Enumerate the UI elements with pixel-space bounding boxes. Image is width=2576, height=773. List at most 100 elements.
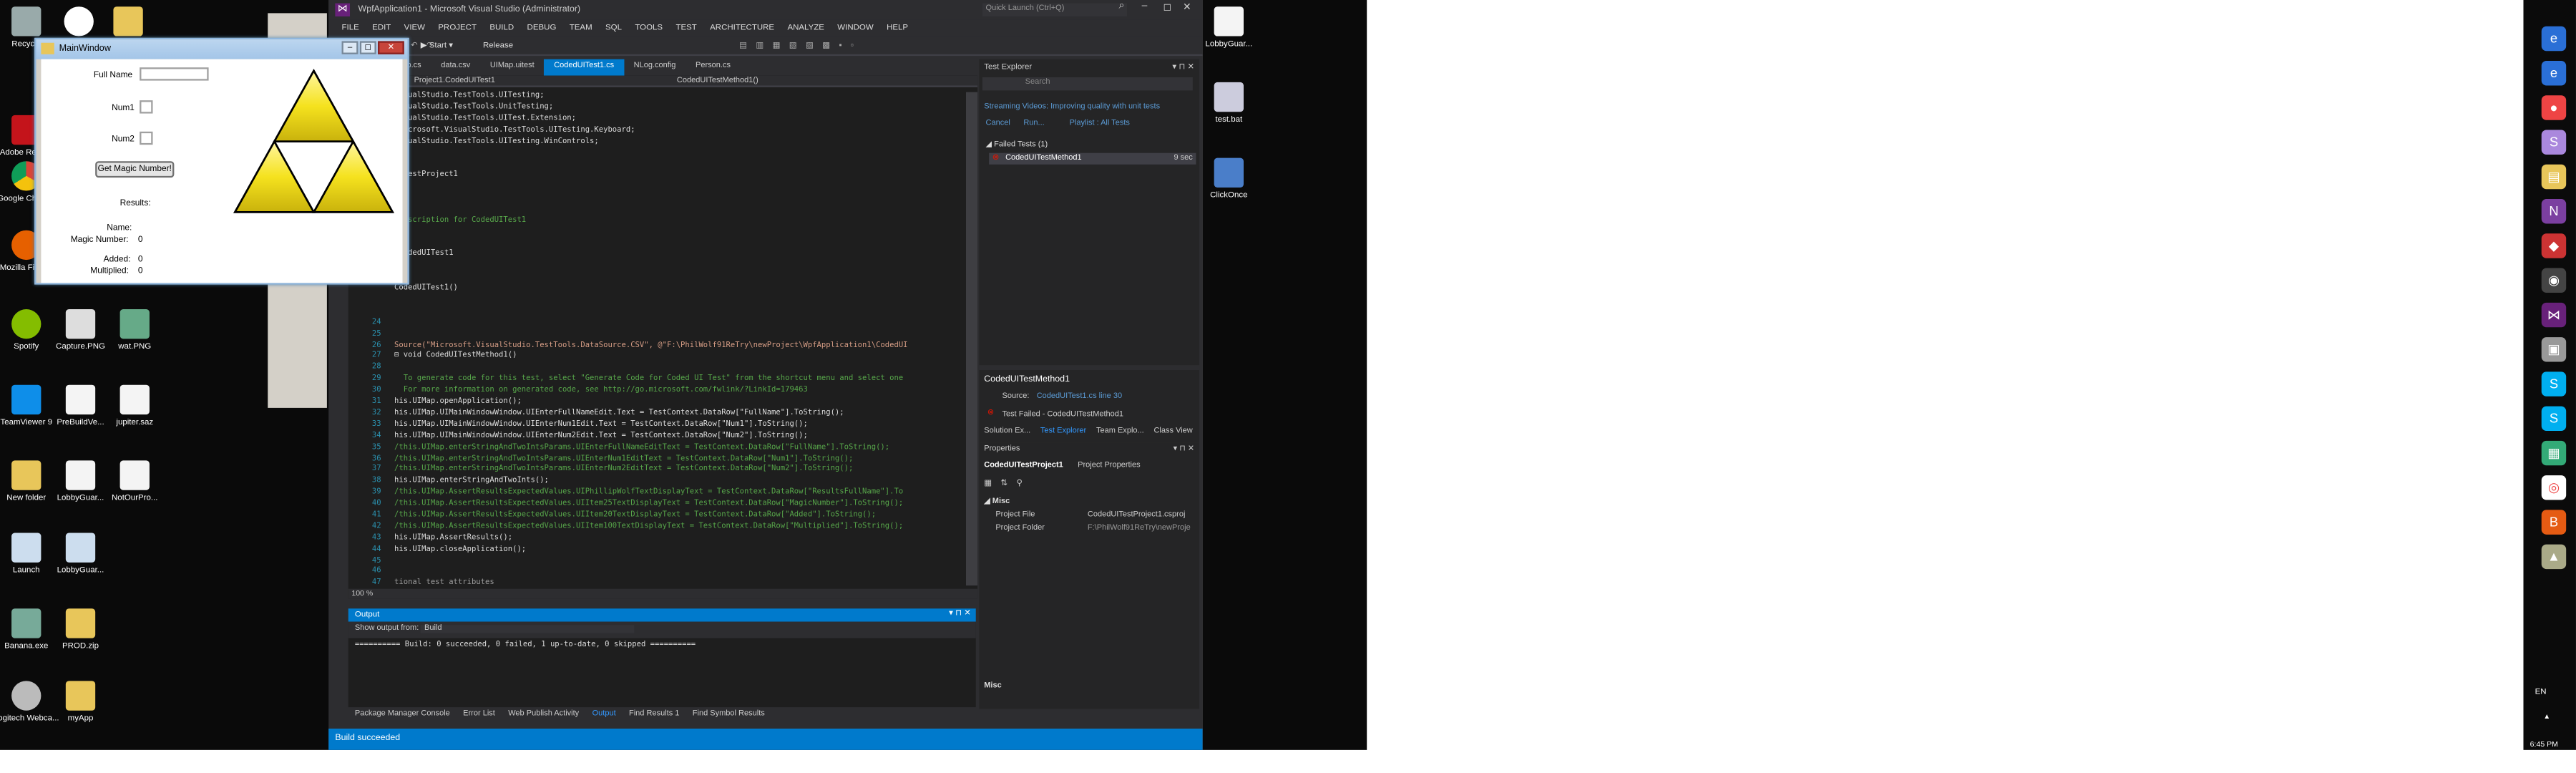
menu-item[interactable]: WINDOW bbox=[831, 20, 880, 37]
bottom-tab[interactable]: Web Publish Activity bbox=[502, 707, 585, 724]
menu-item[interactable]: FILE bbox=[335, 20, 366, 37]
ie-icon[interactable]: e bbox=[2541, 61, 2567, 86]
app-icon[interactable]: ◆ bbox=[2541, 233, 2567, 258]
menu-item[interactable]: PROJECT bbox=[431, 20, 483, 37]
menu-item[interactable]: HELP bbox=[880, 20, 914, 37]
panel-tab[interactable]: Class View bbox=[1149, 426, 1198, 441]
code-line[interactable]: CodedUITest1 bbox=[394, 251, 977, 262]
desktop-icon[interactable]: NotOurPro... bbox=[99, 460, 171, 503]
code-line[interactable]: For more information on generated code, … bbox=[394, 386, 977, 398]
code-line[interactable]: /this.UIMap.enterStringAndTwoIntsParams.… bbox=[394, 466, 977, 477]
quick-launch-input[interactable]: Quick Launch (Ctrl+Q) bbox=[982, 3, 1127, 16]
code-line[interactable] bbox=[394, 319, 977, 330]
panel-tab[interactable]: Team Explo... bbox=[1091, 426, 1149, 441]
code-line[interactable] bbox=[394, 183, 977, 194]
code-line[interactable]: his.UIMap.closeApplication(); bbox=[394, 545, 977, 557]
code-line[interactable] bbox=[394, 296, 977, 308]
bottom-tab[interactable]: Find Results 1 bbox=[623, 707, 686, 724]
chrome-icon[interactable]: ● bbox=[2541, 95, 2567, 120]
code-line[interactable]: VisualStudio.TestTools.UITesting; bbox=[394, 92, 977, 104]
triforce-app-icon[interactable]: ▲ bbox=[2541, 544, 2567, 570]
code-line[interactable] bbox=[394, 568, 977, 580]
explorer-icon[interactable]: ▤ bbox=[2541, 164, 2567, 190]
type-dropdown[interactable]: Project1.CodedUITest1 bbox=[414, 77, 495, 85]
property-value[interactable]: CodedUITestProject1.csproj bbox=[1088, 512, 1186, 520]
code-line[interactable]: y> bbox=[394, 228, 977, 240]
properties-toolbar-icons[interactable]: ▦ ⇅ ⚲ bbox=[984, 479, 1025, 489]
maximize-icon[interactable]: ◻ bbox=[359, 41, 376, 54]
cancel-link[interactable]: Cancel bbox=[986, 120, 1010, 128]
skype-icon[interactable]: S bbox=[2541, 130, 2567, 155]
code-line[interactable] bbox=[394, 194, 977, 205]
app-icon[interactable]: ◎ bbox=[2541, 475, 2567, 500]
app-icon[interactable]: B bbox=[2541, 510, 2567, 535]
menu-item[interactable]: TOOLS bbox=[628, 20, 669, 37]
code-line[interactable] bbox=[394, 149, 977, 160]
code-line[interactable]: Source("Microsoft.VisualStudio.TestTools… bbox=[394, 341, 977, 353]
minimize-icon[interactable]: – bbox=[341, 41, 358, 54]
test-row[interactable]: ⊗ CodedUITestMethod1 9 sec bbox=[989, 152, 1196, 165]
num1-input[interactable] bbox=[140, 100, 153, 114]
menu-item[interactable]: TEST bbox=[669, 20, 703, 37]
bottom-tab[interactable]: Package Manager Console bbox=[348, 707, 457, 724]
source-link[interactable]: CodedUITest1.cs line 30 bbox=[1037, 393, 1122, 401]
menu-item[interactable]: EDIT bbox=[366, 20, 398, 37]
onenote-icon[interactable]: N bbox=[2541, 199, 2567, 224]
menu-item[interactable]: BUILD bbox=[483, 20, 520, 37]
language-indicator[interactable]: EN bbox=[2535, 688, 2547, 698]
tray-arrow-icon[interactable]: ▴ bbox=[2545, 712, 2549, 722]
output-source-select[interactable]: Build bbox=[421, 625, 635, 633]
app-icon[interactable]: ▣ bbox=[2541, 337, 2567, 362]
ie-icon[interactable]: e bbox=[2541, 26, 2567, 52]
search-icon[interactable]: ⌕ bbox=[1119, 1, 1125, 13]
full-name-input[interactable] bbox=[140, 67, 209, 81]
desktop-icon[interactable] bbox=[92, 6, 165, 39]
configuration-select[interactable]: Release bbox=[483, 41, 513, 51]
document-tab[interactable]: UIMap.uitest bbox=[480, 59, 544, 76]
menu-item[interactable]: SQL bbox=[599, 20, 628, 37]
code-line[interactable]: VisualStudio.TestTools.UITest.Extension; bbox=[394, 115, 977, 126]
code-line[interactable]: his.UIMap.UIMainWindowWindow.UIEnterNum2… bbox=[394, 432, 977, 444]
code-line[interactable]: ⊟ void CodedUITestMethod1() bbox=[394, 353, 977, 364]
properties-object[interactable]: CodedUITestProject1 bbox=[984, 462, 1063, 470]
visual-studio-icon[interactable]: ⋈ bbox=[2541, 302, 2567, 328]
editor-scrollbar[interactable] bbox=[965, 92, 978, 586]
info-banner[interactable]: Streaming Videos: Improving quality with… bbox=[984, 104, 1160, 112]
app-icon[interactable]: ◉ bbox=[2541, 268, 2567, 293]
num2-input[interactable] bbox=[140, 131, 153, 145]
horizontal-scrollbar[interactable]: 100 % bbox=[348, 588, 978, 599]
code-line[interactable] bbox=[394, 330, 977, 341]
property-value[interactable]: F:\PhilWolf91ReTry\newProje bbox=[1088, 525, 1191, 533]
desktop-icon[interactable]: test.bat bbox=[1193, 82, 1265, 125]
playlist-link[interactable]: Playlist : All Tests bbox=[1070, 120, 1130, 128]
close-icon[interactable]: ✕ bbox=[378, 41, 404, 54]
desktop-icon[interactable]: LobbyGuar... bbox=[1193, 6, 1265, 49]
desktop-icon[interactable]: wat.PNG bbox=[99, 309, 171, 352]
properties-category[interactable]: ◢ Misc bbox=[984, 498, 1010, 506]
bottom-tab[interactable]: Error List bbox=[457, 707, 502, 724]
test-search-input[interactable]: Search bbox=[982, 77, 1193, 91]
code-line[interactable]: /this.UIMap.enterStringAndTwoIntsParams.… bbox=[394, 444, 977, 455]
menu-item[interactable]: ARCHITECTURE bbox=[703, 20, 781, 37]
close-icon[interactable]: ▾ ⊓ ✕ bbox=[1174, 446, 1194, 454]
code-line[interactable]: description for CodedUITest1 bbox=[394, 217, 977, 228]
code-line[interactable]: /this.UIMap.AssertResultsExpectedValues.… bbox=[394, 512, 977, 523]
minimize-icon[interactable]: – bbox=[1142, 1, 1148, 11]
panel-tab[interactable]: Test Explorer bbox=[1035, 426, 1091, 441]
clock-date[interactable]: 10/26/2014 bbox=[2527, 753, 2565, 761]
menu-item[interactable]: VIEW bbox=[398, 20, 432, 37]
desktop-icon[interactable]: PROD.zip bbox=[44, 608, 117, 651]
code-line[interactable]: UITestProject1 bbox=[394, 172, 977, 183]
get-magic-number-button[interactable]: Get Magic Number! bbox=[95, 161, 175, 178]
desktop-icon[interactable]: jupiter.saz bbox=[99, 384, 171, 427]
zoom-level[interactable]: 100 % bbox=[351, 589, 373, 597]
code-line[interactable]: /this.UIMap.AssertResultsExpectedValues.… bbox=[394, 489, 977, 500]
failed-tests-group[interactable]: ◢ Failed Tests (1) bbox=[986, 142, 1048, 150]
panel-tab[interactable]: Solution Ex... bbox=[979, 426, 1035, 441]
document-tab[interactable]: data.csv bbox=[431, 59, 480, 76]
menu-item[interactable]: ANALYZE bbox=[781, 20, 831, 37]
skype-icon[interactable]: S bbox=[2541, 371, 2567, 397]
desktop-icon[interactable]: myApp bbox=[44, 681, 117, 724]
clock-time[interactable]: 6:45 PM bbox=[2530, 740, 2558, 748]
menu-item[interactable]: TEAM bbox=[563, 20, 599, 37]
